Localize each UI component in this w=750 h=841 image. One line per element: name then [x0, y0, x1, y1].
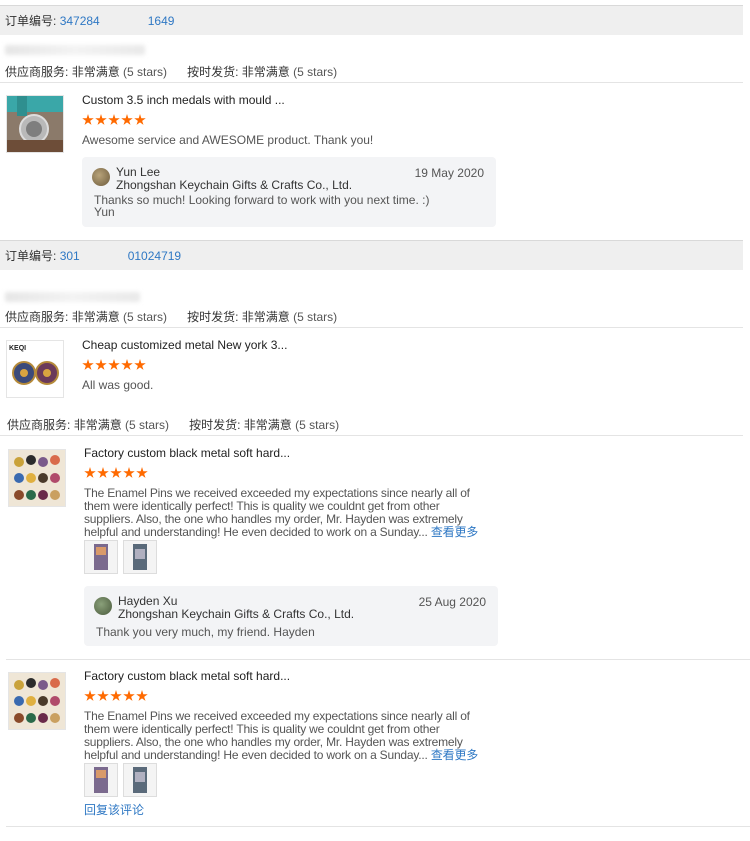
reply-author: Yun Lee	[116, 165, 161, 179]
reply-to-review-link[interactable]: 回复该评论	[84, 801, 144, 818]
review-text: The Enamel Pins we received exceeded my …	[84, 486, 479, 539]
review-stars	[82, 114, 146, 128]
review-stars	[84, 467, 148, 481]
seller-ratings: 供应商服务: 非常满意 (5 stars) 按时发货: 非常满意 (5 stars…	[5, 65, 338, 79]
product-title-link[interactable]: Factory custom black metal soft hard...	[84, 446, 290, 460]
svg-text:KEQI: KEQI	[9, 345, 26, 352]
order-number-link[interactable]: 301 01024719	[60, 249, 181, 263]
review-stars	[84, 690, 148, 704]
read-more-link[interactable]: 查看更多	[431, 748, 478, 762]
order-label: 订单编号:	[5, 14, 57, 28]
reply-author: Hayden Xu	[118, 594, 178, 608]
read-more-link[interactable]: 查看更多	[431, 525, 478, 539]
reply-message: Thank you very much, my friend. Hayden	[96, 625, 315, 639]
seller-ratings: 供应商服务: 非常满意 (5 stars) 按时发货: 非常满意 (5 stars…	[7, 418, 340, 432]
product-thumbnail[interactable]	[8, 449, 66, 507]
product-title-link[interactable]: Factory custom black metal soft hard...	[84, 669, 290, 683]
review-text: All was good.	[82, 378, 154, 392]
review-text: The Enamel Pins we received exceeded my …	[84, 709, 479, 762]
product-title-link[interactable]: Custom 3.5 inch medals with mould ...	[82, 93, 285, 107]
review-text: Awesome service and AWESOME product. Tha…	[82, 133, 374, 147]
product-thumbnail[interactable]	[6, 95, 64, 153]
reply-date: 25 Aug 2020	[418, 595, 486, 609]
order-number-link[interactable]: 347284 1649	[60, 14, 175, 28]
product-thumbnail[interactable]: KEQI	[6, 340, 64, 398]
review-photo[interactable]	[123, 763, 157, 797]
seller-reply: Yun Lee Zhongshan Keychain Gifts & Craft…	[82, 157, 496, 227]
product-thumbnail[interactable]	[8, 672, 66, 730]
review-photo[interactable]	[84, 763, 118, 797]
reply-company: Zhongshan Keychain Gifts & Crafts Co., L…	[116, 178, 353, 192]
order-header: 订单编号: 301 01024719	[0, 240, 743, 270]
order-header: 订单编号: 347284 1649	[0, 5, 743, 35]
redacted-text	[5, 45, 145, 55]
avatar	[92, 168, 110, 186]
review-stars	[82, 359, 146, 373]
review-photo[interactable]	[84, 540, 118, 574]
order-label: 订单编号:	[5, 249, 57, 263]
product-title-link[interactable]: Cheap customized metal New york 3...	[82, 338, 287, 352]
reply-company: Zhongshan Keychain Gifts & Crafts Co., L…	[118, 607, 355, 621]
redacted-text	[5, 292, 140, 302]
reply-message: Thanks so much! Looking forward to work …	[94, 193, 430, 219]
reply-date: 19 May 2020	[414, 166, 484, 180]
review-photo[interactable]	[123, 540, 157, 574]
seller-ratings: 供应商服务: 非常满意 (5 stars) 按时发货: 非常满意 (5 stars…	[5, 310, 338, 324]
seller-reply: Hayden Xu Zhongshan Keychain Gifts & Cra…	[84, 586, 498, 646]
avatar	[94, 597, 112, 615]
